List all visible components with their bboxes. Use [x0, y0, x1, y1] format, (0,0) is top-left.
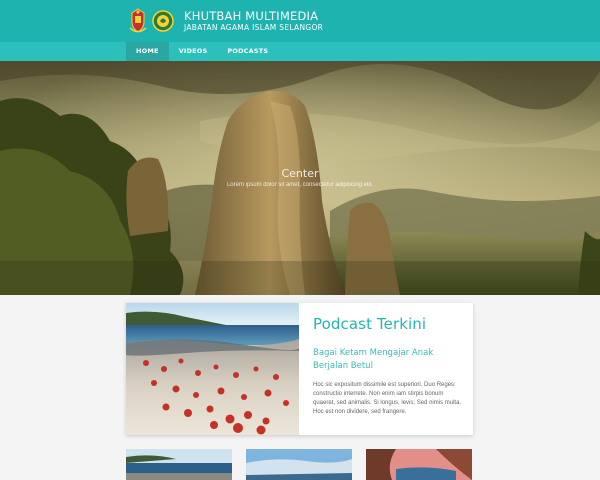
thumbnail-item[interactable]: [366, 449, 472, 480]
thumbnail-item[interactable]: [126, 449, 232, 480]
site-header: KHUTBAH MULTIMEDIA JABATAN AGAMA ISLAM S…: [0, 0, 600, 42]
podcast-description: Hoc sic expositum dissimile est superior…: [313, 382, 462, 415]
nav-item-home[interactable]: HOME: [126, 42, 169, 61]
thumbnail-item[interactable]: [246, 449, 352, 480]
podcast-section-heading: Podcast Terkini: [313, 315, 427, 333]
site-title: KHUTBAH MULTIMEDIA: [184, 8, 319, 23]
jais-emblem-icon: [152, 8, 174, 34]
main-nav: HOME VIDEOS PODCASTS: [0, 42, 600, 61]
hero-caption-text: Lorem ipsum dolor sit amet, consectetur …: [226, 182, 374, 188]
nav-item-videos[interactable]: VIDEOS: [169, 42, 218, 61]
site-subtitle: JABATAN AGAMA ISLAM SELANGOR: [184, 23, 324, 32]
podcast-title-link[interactable]: Bagai Ketam Mengajar Anak Berjalan Betul: [313, 347, 463, 373]
hero-caption-title: Center: [281, 167, 319, 180]
nav-item-podcasts[interactable]: PODCASTS: [217, 42, 278, 61]
hero-banner: Center Lorem ipsum dolor sit amet, conse…: [0, 61, 600, 295]
page: KHUTBAH MULTIMEDIA JABATAN AGAMA ISLAM S…: [0, 0, 600, 480]
state-crest-icon: [128, 8, 148, 34]
hero-caption: Center Lorem ipsum dolor sit amet, conse…: [0, 167, 600, 188]
podcast-details: Podcast Terkini Bagai Ketam Mengajar Ana…: [313, 315, 463, 417]
site-logo[interactable]: KHUTBAH MULTIMEDIA JABATAN AGAMA ISLAM S…: [128, 5, 323, 37]
podcast-thumbnail[interactable]: [126, 303, 299, 435]
latest-podcast-card[interactable]: Podcast Terkini Bagai Ketam Mengajar Ana…: [126, 303, 473, 435]
beach-crabs-image: [126, 303, 299, 435]
